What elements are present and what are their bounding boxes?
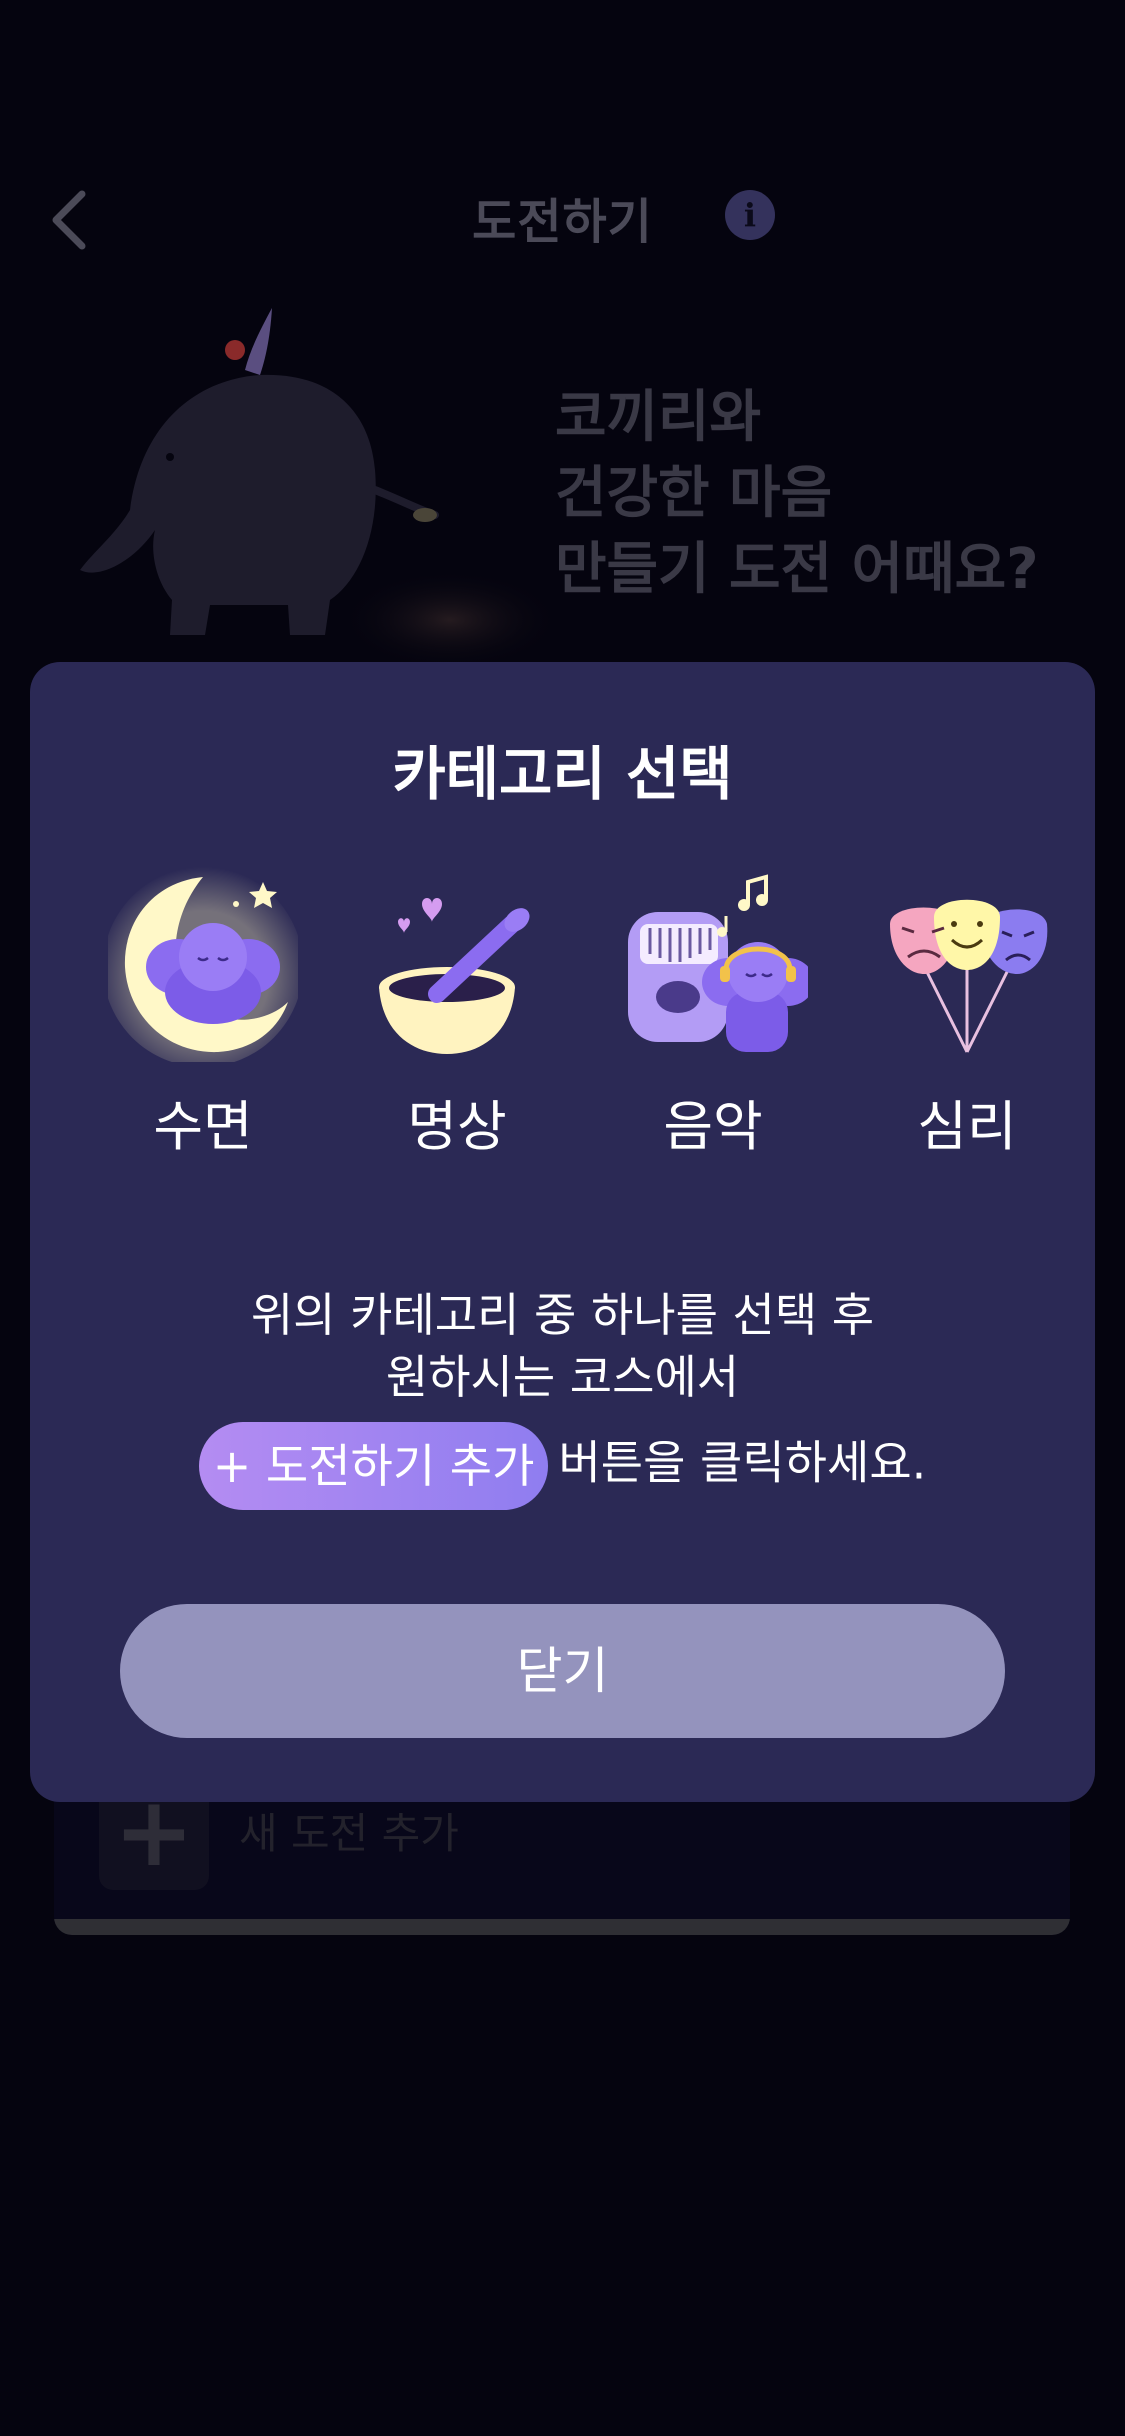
add-challenge-pill: + 도전하기 추가 — [198, 1422, 549, 1510]
hero-line-2: 건강한 마음 — [555, 461, 833, 526]
category-label-sleep: 수면 — [153, 1095, 253, 1158]
instruction-line-3-text: 버튼을 클릭하세요. — [558, 1435, 927, 1490]
moon-elephant-icon — [108, 867, 298, 1062]
category-sleep[interactable]: 수면 — [83, 862, 323, 1192]
instructions: 위의 카테고리 중 하나를 선택 후 원하시는 코스에서 + 도전하기 추가 버튼… — [30, 1284, 1095, 1510]
category-list: 수면 명상 음악 심리 — [30, 862, 1095, 1192]
category-label-meditation: 명상 — [407, 1095, 507, 1158]
category-label-psychology: 심리 — [917, 1095, 1017, 1158]
modal-title: 카테고리 선택 — [392, 740, 733, 808]
info-icon[interactable]: i — [725, 190, 775, 240]
elephant-illustration — [60, 300, 560, 680]
hero-line-1: 코끼리와 — [555, 385, 762, 450]
singing-bowl-icon — [379, 898, 530, 1054]
hero-text: 코끼리와 건강한 마음 만들기 도전 어때요? — [555, 380, 1095, 608]
hero-line-3: 만들기 도전 어때요? — [555, 537, 1039, 602]
close-button[interactable]: 닫기 — [120, 1604, 1005, 1738]
kalimba-elephant-icon — [628, 874, 808, 1052]
card-bottom-bar — [54, 1919, 1070, 1935]
category-modal: 카테고리 선택 수면 명상 음악 심리 위의 카테고리 중 하나를 선택 후 원… — [30, 662, 1095, 1802]
instruction-line-2: 원하시는 코스에서 — [385, 1350, 740, 1404]
category-meditation[interactable]: 명상 — [337, 862, 577, 1192]
category-music[interactable]: 음악 — [593, 862, 833, 1192]
instruction-line-1: 위의 카테고리 중 하나를 선택 후 — [250, 1288, 875, 1342]
category-psychology[interactable]: 심리 — [847, 862, 1087, 1192]
emotion-masks-icon — [890, 899, 1048, 1053]
header: 도전하기 i — [0, 150, 1125, 280]
category-label-music: 음악 — [663, 1095, 763, 1158]
add-challenge-label: 새 도전 추가 — [239, 1809, 459, 1858]
screen: 도전하기 i 코끼리와 건강한 마음 만들기 도전 어때요? + 새 도전 추가 — [0, 0, 1125, 2436]
instruction-line-3: + 도전하기 추가 버튼을 클릭하세요. — [30, 1422, 1095, 1510]
page-title: 도전하기 — [472, 194, 653, 250]
